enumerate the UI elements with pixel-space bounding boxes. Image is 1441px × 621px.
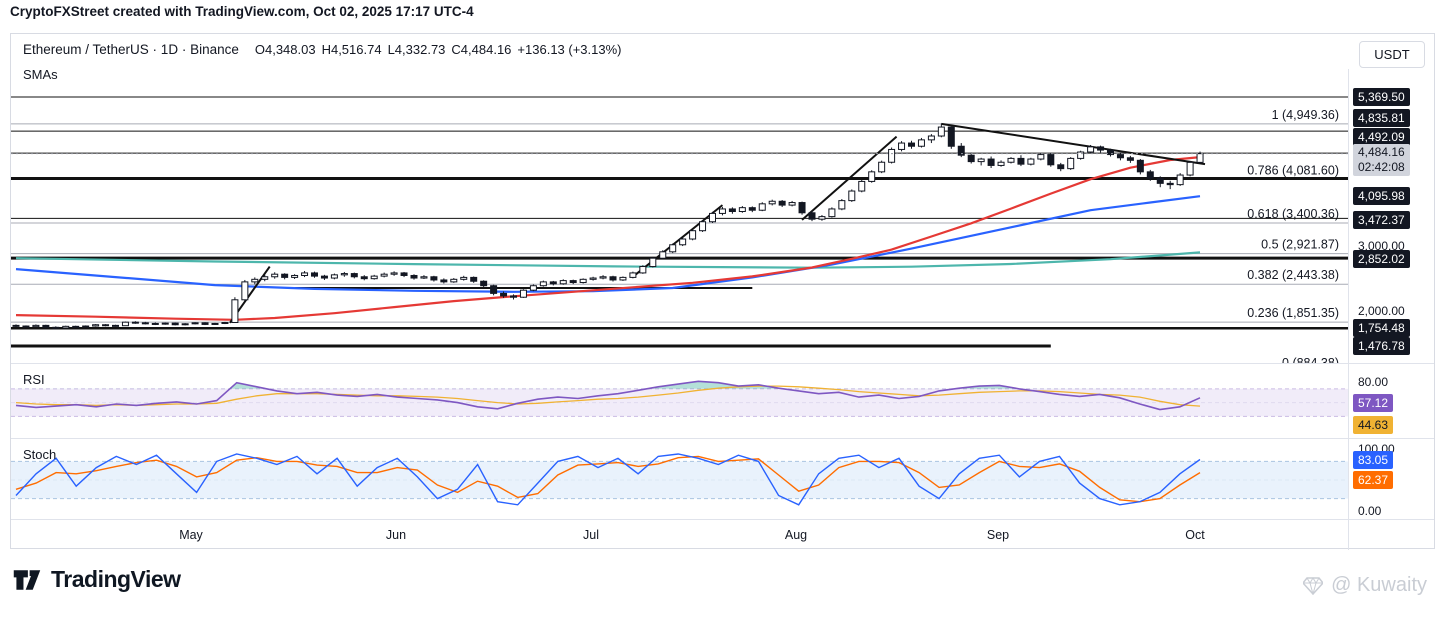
watermark: @ Kuwaity	[1303, 574, 1427, 597]
current-price: 4,484.16	[1358, 145, 1405, 159]
price-badge: 62.37	[1353, 471, 1394, 489]
time-axis-label: Jun	[385, 528, 407, 542]
ohlc-close: C4,484.16	[451, 42, 512, 57]
credit-line: CryptoFXStreet created with TradingView.…	[10, 4, 474, 19]
sma-lines	[15, 156, 1201, 321]
price-badge: 4,095.98	[1353, 187, 1410, 205]
bar-countdown: 02:42:08	[1358, 160, 1405, 174]
axis-value-label: 2,000.00	[1358, 304, 1405, 318]
tradingview-logo-icon	[13, 569, 41, 590]
price-badge: 57.12	[1353, 394, 1394, 412]
stoch-pane[interactable]	[11, 439, 1348, 519]
fib-label: 0.5 (2,921.87)	[1261, 238, 1339, 252]
time-axis-label: May	[179, 528, 203, 542]
time-axis-label: Aug	[784, 528, 808, 542]
fib-label: 0.236 (1,851.35)	[1247, 306, 1339, 320]
ohlc-change: +136.13 (+3.13%)	[517, 42, 622, 57]
screenshot-root: CryptoFXStreet created with TradingView.…	[0, 0, 1441, 621]
chart-widget: Ethereum / TetherUS · 1D · Binance O4,348…	[10, 33, 1436, 550]
price-badge: 83.05	[1353, 451, 1394, 469]
watermark-text: @ Kuwaity	[1331, 574, 1427, 596]
price-badge: 1,476.78	[1353, 337, 1410, 355]
time-axis-label: Jul	[583, 528, 599, 542]
price-badge: 4,835.81	[1353, 109, 1410, 127]
pane-divider[interactable]	[11, 438, 1434, 439]
ohlc-high: H4,516.74	[321, 42, 382, 57]
fib-label: 0.382 (2,443.38)	[1247, 268, 1339, 282]
fib-label: 0.786 (4,081.60)	[1247, 163, 1339, 177]
main-pane-canvas: 1 (4,949.36) 0.786 (4,081.60) 0.618 (3,400…	[11, 96, 1348, 363]
sma-slow-line	[15, 251, 1201, 269]
price-badge: 5,369.50	[1353, 88, 1410, 106]
price-badge: 44.63	[1353, 416, 1394, 434]
ohlc-low: L4,332.73	[387, 42, 446, 57]
tradingview-logo-text: TradingView	[51, 566, 181, 592]
price-badge: 3,472.37	[1353, 211, 1410, 229]
stoch-canvas	[11, 453, 1348, 506]
sma-legend[interactable]: SMAs	[23, 67, 58, 82]
rsi-pane[interactable]	[11, 364, 1348, 438]
axis-value-label: 80.00	[1358, 375, 1389, 389]
price-badge: 1,754.48	[1353, 319, 1410, 337]
tradingview-logo[interactable]: TradingView	[12, 566, 181, 593]
axis-value-label: 0.00	[1358, 504, 1382, 518]
time-axis-label: Sep	[986, 528, 1010, 542]
horizontal-level-lines	[11, 96, 1348, 348]
fib-label: 0.618 (3,400.36)	[1247, 207, 1339, 221]
chart-header: Ethereum / TetherUS · 1D · Binance O4,348…	[23, 42, 622, 57]
rsi-label[interactable]: RSI	[23, 372, 45, 387]
symbol-title[interactable]: Ethereum / TetherUS · 1D · Binance	[23, 42, 239, 57]
time-axis[interactable]: May Jun Jul Aug Sep Oct	[11, 520, 1348, 550]
price-badge: 2,852.02	[1353, 250, 1410, 268]
main-price-pane[interactable]: 1 (4,949.36) 0.786 (4,081.60) 0.618 (3,400…	[11, 84, 1348, 363]
sma-mid-line	[15, 195, 1201, 293]
fib-label: 1 (4,949.36)	[1272, 108, 1339, 122]
time-axis-label: Oct	[1185, 528, 1205, 542]
candles	[12, 123, 1204, 329]
currency-toggle-button[interactable]: USDT	[1359, 41, 1425, 68]
price-axis[interactable]: USDT 5,369.50 4,835.81 4,492.09 4,484.16 02:…	[1349, 34, 1436, 550]
stoch-label[interactable]: Stoch	[23, 447, 56, 462]
ohlc-open: O4,348.03	[254, 42, 316, 57]
sma-fast-line	[15, 156, 1201, 321]
rsi-canvas	[11, 380, 1348, 417]
fib-label: 0 (884.38)	[1282, 356, 1339, 363]
price-badge: 4,484.16 02:42:08	[1353, 144, 1410, 176]
gem-icon	[1303, 576, 1324, 595]
pane-divider[interactable]	[11, 363, 1434, 364]
